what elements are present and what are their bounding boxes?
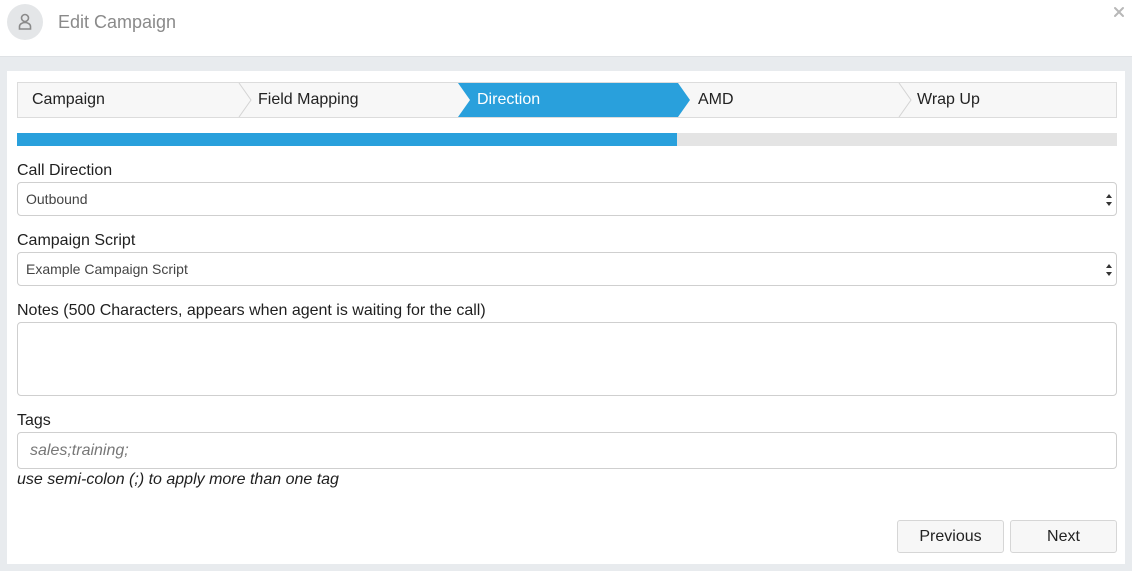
select-arrows-icon	[1106, 264, 1112, 276]
wizard-step-amd[interactable]: AMD	[690, 83, 898, 117]
call-direction-label: Call Direction	[17, 162, 113, 179]
wizard-step-label: AMD	[698, 91, 734, 108]
campaign-script-label: Campaign Script	[17, 232, 136, 249]
wizard-step-wrap-up[interactable]: Wrap Up	[904, 83, 1116, 117]
close-icon[interactable]	[1112, 5, 1126, 19]
wizard-step-label: Wrap Up	[917, 91, 980, 108]
tags-hint: use semi-colon (;) to apply more than on…	[17, 471, 339, 488]
wizard-step-label: Campaign	[32, 91, 105, 108]
campaign-script-value: Example Campaign Script	[26, 261, 188, 277]
wizard-step-label: Direction	[477, 91, 541, 108]
select-arrows-icon	[1106, 194, 1112, 206]
notes-textarea[interactable]	[17, 322, 1117, 396]
wizard-step-field-mapping[interactable]: Field Mapping	[244, 83, 458, 117]
modal-title: Edit Campaign	[58, 12, 177, 32]
wizard-progress-bar	[17, 133, 1117, 146]
tags-input[interactable]: sales;training;	[17, 432, 1117, 469]
campaign-script-select[interactable]: Example Campaign Script	[17, 252, 1117, 286]
wizard-steps: Campaign Field Mapping Direction AMD Wra…	[17, 82, 1117, 118]
modal-header: Edit Campaign	[0, 0, 1132, 57]
next-button[interactable]: Next	[1010, 520, 1117, 553]
notes-label: Notes (500 Characters, appears when agen…	[17, 302, 486, 319]
call-direction-value: Outbound	[26, 191, 88, 207]
tags-label: Tags	[17, 412, 51, 429]
user-icon	[7, 4, 43, 40]
tags-placeholder: sales;training;	[30, 442, 129, 459]
wizard-step-label: Field Mapping	[258, 91, 359, 108]
previous-button[interactable]: Previous	[897, 520, 1004, 553]
form-panel: Campaign Field Mapping Direction AMD Wra…	[7, 71, 1125, 564]
wizard-step-direction[interactable]: Direction	[458, 83, 678, 117]
call-direction-select[interactable]: Outbound	[17, 182, 1117, 216]
progress-fill	[17, 133, 677, 146]
wizard-step-campaign[interactable]: Campaign	[18, 83, 242, 117]
